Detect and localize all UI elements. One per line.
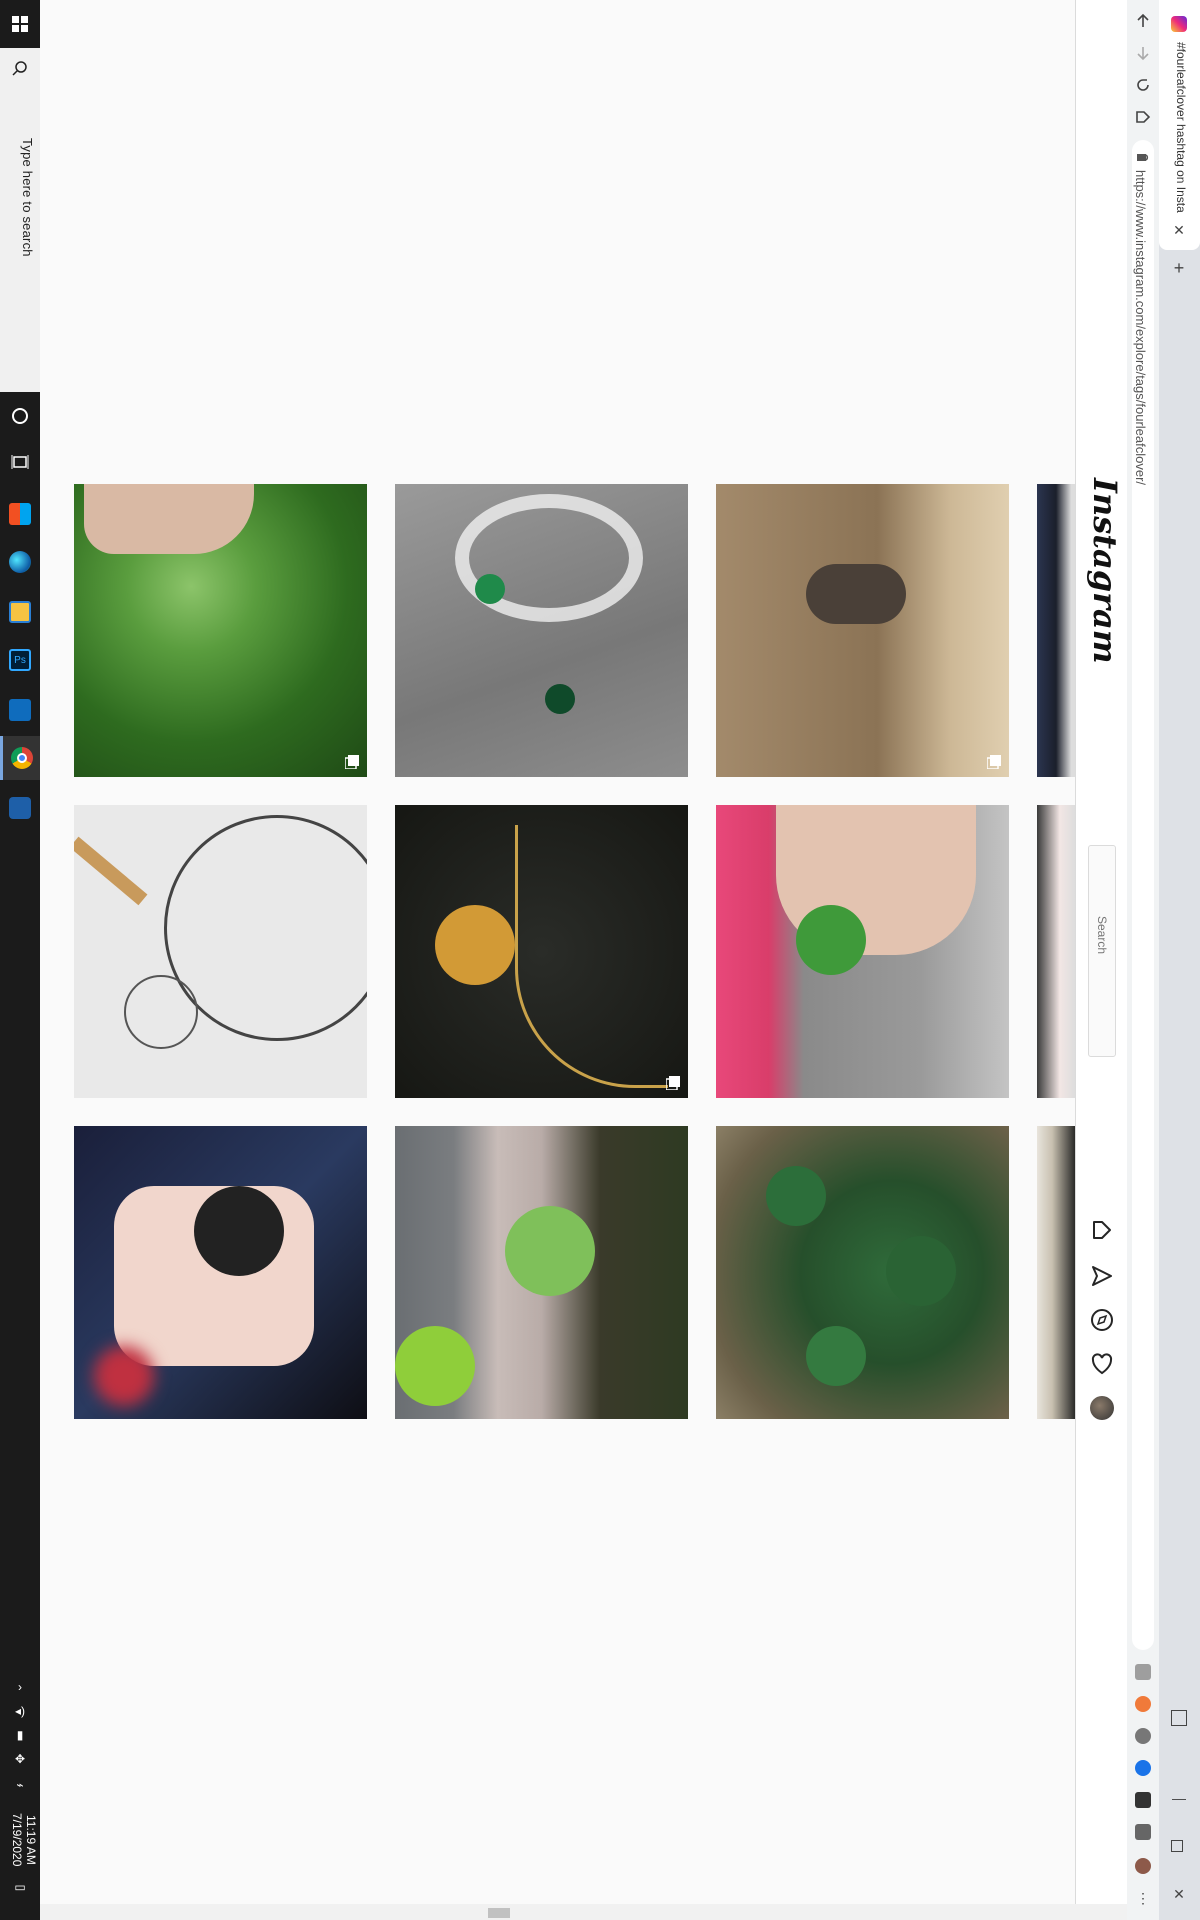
network-icon[interactable]: ⌁ <box>11 1776 29 1794</box>
photoshop-icon: Ps <box>9 649 31 671</box>
instagram-nav: Instagram <box>1075 0 1128 1920</box>
post-tile-gold-pendant[interactable] <box>395 805 688 1098</box>
extension-g-icon[interactable] <box>1135 1664 1151 1680</box>
start-button[interactable] <box>0 0 40 48</box>
outlook-icon <box>9 699 31 721</box>
hashtag-post-grid <box>40 0 1075 1920</box>
explore-compass-icon[interactable] <box>1090 1308 1114 1332</box>
taskbar-search-placeholder: Type here to search <box>20 138 35 257</box>
home-icon[interactable] <box>1134 108 1152 126</box>
chrome-icon <box>10 747 33 769</box>
instagram-search-box[interactable] <box>1088 845 1116 1057</box>
browser-chrome: https://www.instagram.com/explore/tags/f… <box>1127 0 1200 1920</box>
post-tile-clover-patch[interactable] <box>716 1126 1009 1419</box>
multiple-posts-icon <box>666 1076 680 1090</box>
browser-toolbar: https://www.instagram.com/explore/tags/f… <box>1127 0 1159 1920</box>
multiple-posts-icon <box>987 755 1001 769</box>
taskbar-app-edge[interactable] <box>0 540 40 584</box>
url-text: https://www.instagram.com/explore/tags/f… <box>1133 170 1148 486</box>
microsoft-store-icon <box>9 503 31 525</box>
close-tab-icon[interactable]: ✕ <box>1171 222 1187 238</box>
post-tile-illustration[interactable] <box>74 1126 367 1419</box>
dropbox-icon[interactable]: ✥ <box>11 1750 29 1768</box>
post-tile-glass-bangle[interactable] <box>395 484 688 777</box>
settings-icon <box>9 797 31 819</box>
extension-dark-icon[interactable] <box>1135 1792 1151 1808</box>
menu-dots-icon[interactable]: ⋮ <box>1135 1890 1151 1906</box>
lock-icon <box>1137 154 1149 161</box>
taskbar-app-store[interactable] <box>0 492 40 536</box>
task-view-button[interactable] <box>0 440 40 484</box>
direct-messages-icon[interactable] <box>1090 1264 1114 1288</box>
extension-gray-icon[interactable] <box>1135 1728 1151 1744</box>
taskbar-clock[interactable]: 11:19 AM 7/19/2020 <box>4 1800 38 1880</box>
cortana-button[interactable] <box>0 394 40 438</box>
post-tile-horse-rider[interactable] <box>716 484 1009 777</box>
clock-time: 11:19 AM <box>24 1815 38 1865</box>
horizontal-scrollbar[interactable] <box>40 1904 1127 1920</box>
windows-taskbar: Type here to search Ps › ◂) ▮ ✥ ⌁ 11:19 … <box>0 0 40 1920</box>
taskbar-app-explorer[interactable] <box>0 590 40 634</box>
back-arrow-icon[interactable] <box>1134 12 1152 30</box>
taskbar-app-photoshop[interactable]: Ps <box>0 638 40 682</box>
battery-icon[interactable]: ▮ <box>11 1726 29 1744</box>
post-tile-partial-2[interactable] <box>1037 805 1075 1098</box>
scrollbar-thumb[interactable] <box>488 1908 510 1918</box>
file-explorer-icon <box>9 601 31 623</box>
reload-icon[interactable] <box>1134 76 1152 94</box>
close-window-icon[interactable]: ✕ <box>1171 1886 1187 1902</box>
taskbar-app-settings[interactable] <box>0 786 40 830</box>
restore-icon[interactable] <box>1171 1840 1183 1852</box>
edge-icon <box>9 551 31 573</box>
search-input[interactable] <box>1089 846 1115 1056</box>
tab-strip: #fourleafclover hashtag on Insta ✕ + — ✕ <box>1159 0 1200 1920</box>
tab-active[interactable]: #fourleafclover hashtag on Insta ✕ <box>1159 0 1200 250</box>
task-view-icon <box>11 455 29 469</box>
show-hidden-icons-chevron-icon[interactable]: › <box>11 1678 29 1696</box>
forward-arrow-icon[interactable] <box>1134 44 1152 62</box>
extension-orange-icon[interactable] <box>1135 1696 1151 1712</box>
action-center-icon[interactable]: ▭ <box>11 1878 29 1896</box>
taskbar-search-box[interactable]: Type here to search <box>0 48 40 392</box>
instagram-logo[interactable]: Instagram <box>1086 478 1124 664</box>
home-icon[interactable] <box>1090 1218 1114 1242</box>
activity-heart-icon[interactable] <box>1090 1352 1114 1376</box>
post-tile-partial-3[interactable] <box>1037 1126 1075 1419</box>
post-tile-hand-clover[interactable] <box>716 805 1009 1098</box>
post-tile-clover-hand[interactable] <box>74 484 367 777</box>
instagram-favicon-icon <box>1171 16 1187 32</box>
extensions-puzzle-icon[interactable] <box>1135 1824 1151 1840</box>
profile-avatar[interactable] <box>1090 1396 1114 1420</box>
taskbar-app-chrome[interactable] <box>0 736 40 780</box>
windows-logo-icon <box>12 16 28 32</box>
tab-search-icon[interactable] <box>1171 1710 1187 1726</box>
cortana-icon <box>12 408 28 424</box>
multiple-posts-icon <box>345 755 359 769</box>
post-tile-planter-clover[interactable] <box>395 1126 688 1419</box>
new-tab-button[interactable]: + <box>1171 259 1187 277</box>
tab-title: #fourleafclover hashtag on Insta <box>1174 42 1188 213</box>
post-tile-pencil-sketch[interactable] <box>74 805 367 1098</box>
search-icon <box>12 61 27 76</box>
post-tile-partial-1[interactable] <box>1037 484 1075 777</box>
volume-icon[interactable]: ◂) <box>11 1702 29 1720</box>
minimize-icon[interactable]: — <box>1171 1790 1187 1806</box>
taskbar-app-outlook[interactable] <box>0 688 40 732</box>
extension-blue-icon[interactable] <box>1135 1760 1151 1776</box>
profile-icon[interactable] <box>1135 1858 1151 1874</box>
clock-date: 7/19/2020 <box>10 1813 24 1867</box>
